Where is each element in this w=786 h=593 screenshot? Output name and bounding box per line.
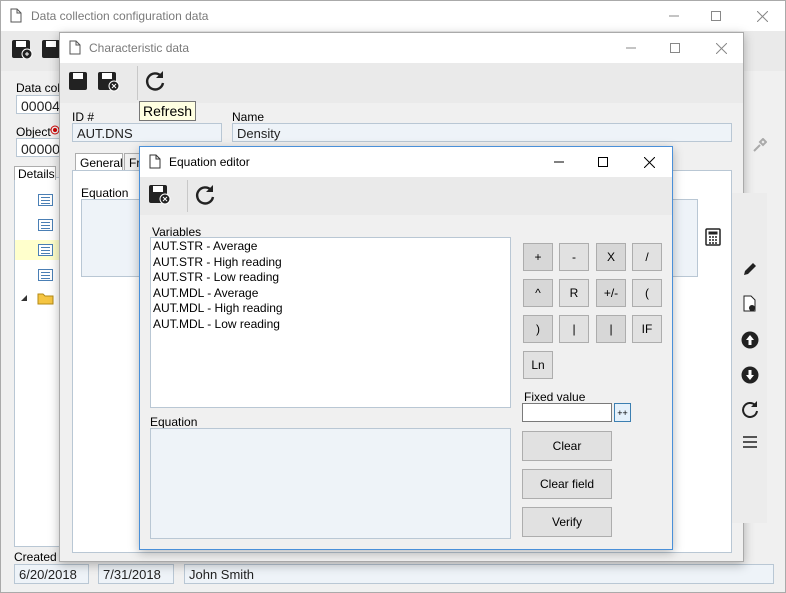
toolbar-separator: [137, 66, 138, 100]
maximize-button[interactable]: [580, 147, 626, 177]
side-action-strip: [732, 193, 767, 523]
refresh-tooltip: Refresh: [139, 101, 197, 121]
minus-button[interactable]: -: [559, 243, 589, 271]
move-up-icon[interactable]: [741, 331, 759, 349]
equation-field[interactable]: [150, 428, 511, 539]
save-close-icon[interactable]: [148, 184, 172, 206]
equation-editor-titlebar: Equation editor: [140, 147, 672, 177]
document-icon: [149, 154, 161, 169]
list-item[interactable]: AUT.MDL - Low reading: [151, 317, 510, 333]
minimize-button[interactable]: [608, 33, 654, 63]
multiply-button[interactable]: X: [596, 243, 626, 271]
abs-button[interactable]: |: [596, 315, 626, 343]
verify-button[interactable]: Verify: [522, 507, 612, 537]
document-icon: [10, 8, 22, 23]
close-icon: [756, 10, 768, 22]
tab-details[interactable]: Details: [14, 166, 56, 181]
plus-button[interactable]: +: [523, 243, 553, 271]
clear-field-button[interactable]: Clear field: [522, 469, 612, 499]
minimize-icon: [626, 47, 636, 49]
close-paren-button[interactable]: ): [523, 315, 553, 343]
save-close-icon[interactable]: [97, 71, 121, 93]
variables-list[interactable]: AUT.STR - Average AUT.STR - High reading…: [150, 237, 511, 408]
row-icon: [38, 244, 53, 256]
clear-button[interactable]: Clear: [522, 431, 612, 461]
expand-arrow-icon[interactable]: [20, 294, 28, 302]
maximize-button[interactable]: [693, 1, 739, 31]
menu-icon[interactable]: [742, 434, 758, 450]
edit-icon[interactable]: [742, 261, 758, 277]
list-item[interactable]: AUT.MDL - Average: [151, 286, 510, 302]
close-button[interactable]: [626, 147, 672, 177]
save-new-icon[interactable]: [11, 39, 33, 59]
minimize-icon: [554, 161, 564, 163]
main-window-title: Data collection configuration data: [31, 9, 209, 23]
equation-editor-toolbar: [140, 177, 672, 215]
close-button[interactable]: [739, 1, 785, 31]
close-icon: [643, 156, 655, 168]
tool-icon[interactable]: [751, 138, 767, 154]
toolbar-separator: [187, 180, 188, 212]
pipe-button[interactable]: |: [559, 315, 589, 343]
refresh-icon[interactable]: [741, 400, 759, 418]
maximize-icon: [598, 157, 608, 167]
close-icon: [715, 42, 727, 54]
minimize-button[interactable]: [651, 1, 697, 31]
maximize-icon: [711, 11, 721, 21]
row-icon: [38, 269, 53, 281]
row-icon: [38, 219, 53, 231]
folder-icon: [37, 293, 54, 305]
power-button[interactable]: ^: [523, 279, 553, 307]
root-button[interactable]: R: [559, 279, 589, 307]
if-button[interactable]: IF: [632, 315, 662, 343]
created-date-field: 6/20/2018: [14, 564, 89, 584]
list-item[interactable]: AUT.STR - Low reading: [151, 270, 510, 286]
minimize-icon: [669, 15, 679, 17]
document-settings-icon[interactable]: [742, 295, 758, 313]
close-button[interactable]: [698, 33, 744, 63]
document-icon: [69, 40, 81, 55]
id-label: ID #: [72, 110, 95, 124]
equation-editor-window: Equation editor Variables AUT.STR - Aver…: [139, 146, 673, 550]
calculator-icon[interactable]: [705, 228, 721, 246]
add-fixed-value-button[interactable]: ++: [614, 403, 631, 422]
tab-general[interactable]: General: [75, 153, 123, 171]
minimize-button[interactable]: [536, 147, 582, 177]
row-icon: [38, 194, 53, 206]
fixed-value-input[interactable]: [522, 403, 612, 422]
refresh-icon[interactable]: [194, 183, 216, 207]
list-item[interactable]: AUT.STR - Average: [151, 239, 510, 255]
save-icon[interactable]: [41, 39, 61, 59]
object-label: Object: [16, 125, 51, 139]
characteristic-window-title: Characteristic data: [89, 41, 190, 55]
move-down-icon[interactable]: [741, 366, 759, 384]
sign-button[interactable]: +/-: [596, 279, 626, 307]
divide-button[interactable]: /: [632, 243, 662, 271]
refresh-icon[interactable]: [144, 69, 166, 93]
user-field: John Smith: [184, 564, 774, 584]
equation-editor-title: Equation editor: [169, 155, 250, 169]
list-item[interactable]: AUT.STR - High reading: [151, 255, 510, 271]
name-field[interactable]: Density: [232, 123, 732, 142]
name-label: Name: [232, 110, 265, 124]
object-field[interactable]: 00000: [16, 138, 61, 157]
data-collection-label: Data coll: [16, 81, 63, 95]
maximize-button[interactable]: [652, 33, 698, 63]
fixed-value-label: Fixed value: [524, 390, 586, 404]
characteristic-equation-label: Equation: [81, 186, 129, 200]
maximize-icon: [670, 43, 680, 53]
characteristic-titlebar: Characteristic data: [60, 33, 743, 63]
data-collection-field[interactable]: 00004: [16, 95, 61, 114]
characteristic-toolbar: [60, 63, 743, 103]
id-field[interactable]: AUT.DNS: [72, 123, 222, 142]
modified-date-field: 7/31/2018: [98, 564, 174, 584]
equation-label: Equation: [150, 415, 198, 429]
save-icon[interactable]: [68, 71, 88, 91]
open-paren-button[interactable]: (: [632, 279, 662, 307]
main-titlebar: Data collection configuration data: [1, 1, 785, 31]
ln-button[interactable]: Ln: [523, 351, 553, 379]
list-item[interactable]: AUT.MDL - High reading: [151, 301, 510, 317]
